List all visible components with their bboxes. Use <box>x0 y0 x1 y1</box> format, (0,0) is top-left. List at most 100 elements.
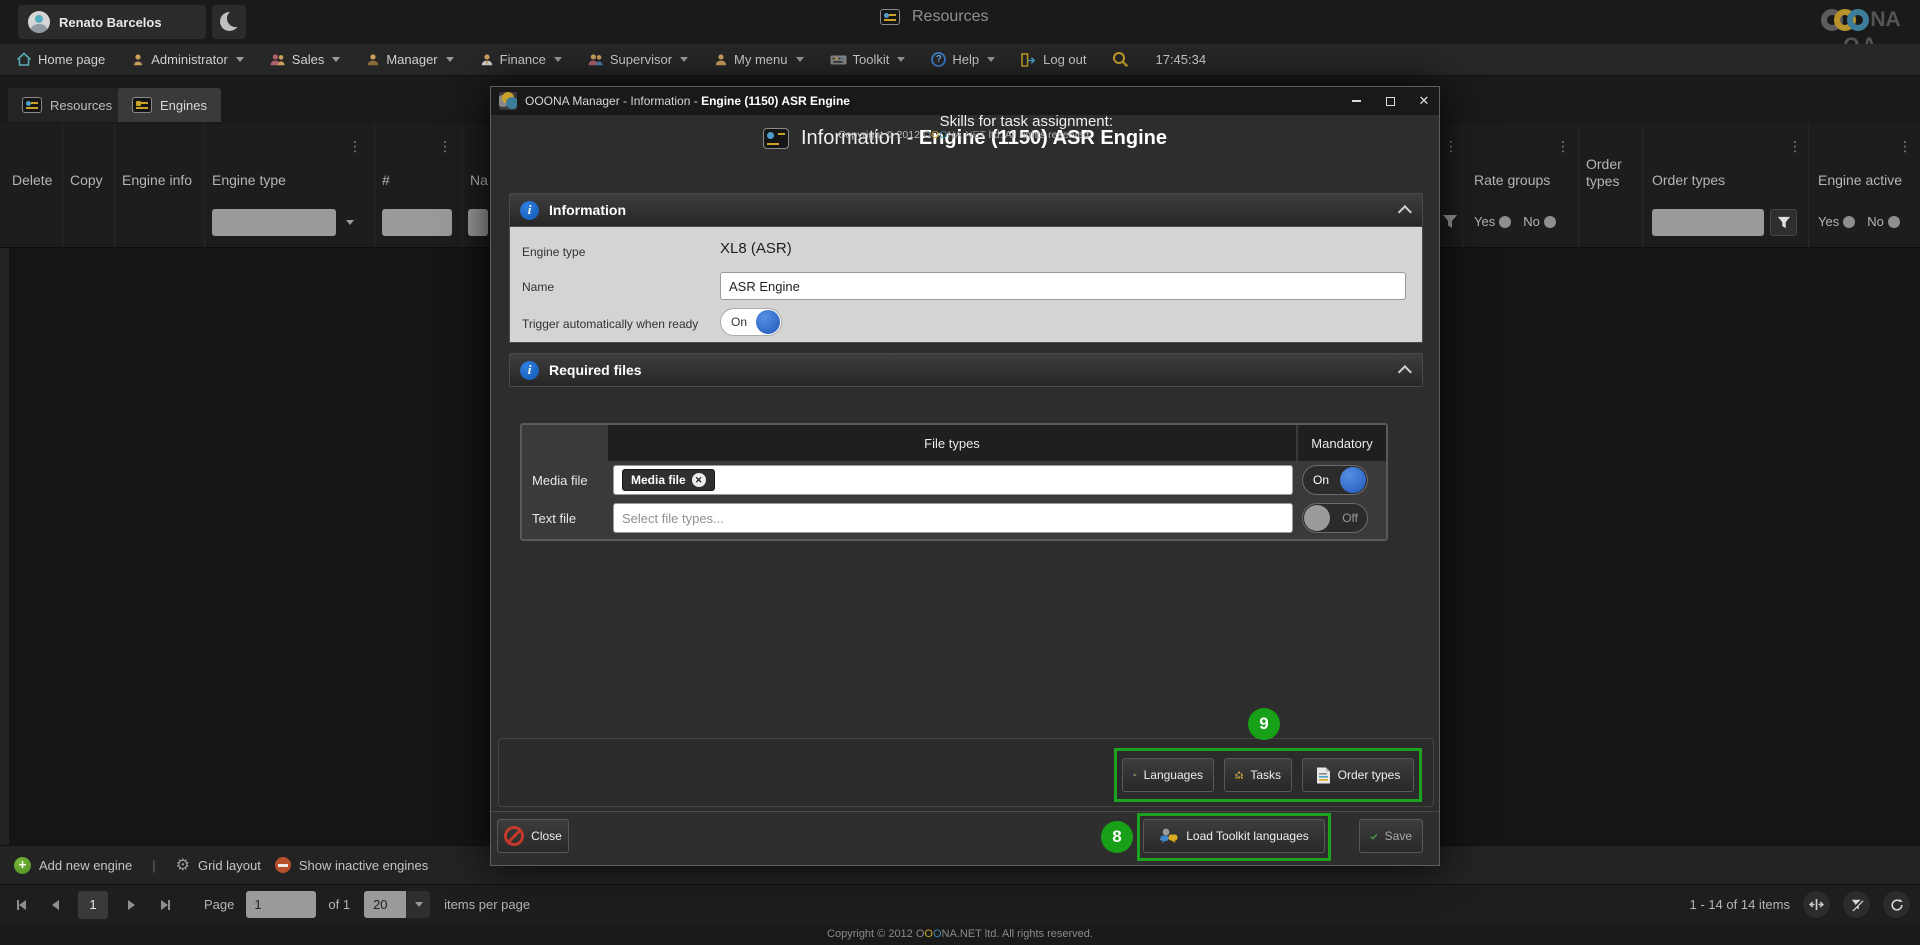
show-inactive-label: Show inactive engines <box>299 858 428 873</box>
toggle-state-label: On <box>731 315 747 329</box>
gear-icon: ⚙ <box>176 855 190 875</box>
tab-resources[interactable]: Resources <box>8 88 126 122</box>
nav-home-page[interactable]: Home page <box>16 52 105 67</box>
nav-help[interactable]: ? Help <box>931 52 995 67</box>
radio-yes-label: Yes <box>1818 214 1839 229</box>
languages-icon <box>1133 767 1137 783</box>
application-window: Renato Barcelos Resources NA QA Home pag… <box>0 0 1920 945</box>
order-types-funnel-button[interactable] <box>1770 209 1797 236</box>
column-menu-icon[interactable]: ⋮ <box>1444 138 1458 155</box>
column-delete[interactable]: Delete <box>12 172 52 188</box>
dialog-title-bar[interactable]: OOONA Manager - Information - Engine (11… <box>491 87 1439 115</box>
nav-my-menu[interactable]: My menu <box>714 52 803 67</box>
load-toolkit-languages-button[interactable]: Load Toolkit languages <box>1143 819 1325 853</box>
save-button[interactable]: Save <box>1359 819 1423 853</box>
user-menu[interactable]: Renato Barcelos <box>18 5 206 39</box>
column-engine-info[interactable]: Engine info <box>122 172 192 188</box>
media-file-mandatory-toggle[interactable]: On <box>1302 465 1368 495</box>
clear-filters-button[interactable] <box>1843 891 1870 918</box>
next-page-button[interactable] <box>118 892 144 918</box>
filter-funnel-icon[interactable] <box>1442 214 1458 229</box>
engine-type-label: Engine type <box>522 245 585 259</box>
close-window-button[interactable]: ✕ <box>1417 94 1431 108</box>
button-label: Load Toolkit languages <box>1186 829 1309 843</box>
skills-panel <box>498 738 1434 807</box>
engine-information-dialog: OOONA Manager - Information - Engine (11… <box>490 86 1440 866</box>
nav-label: Help <box>952 52 979 67</box>
maximize-icon <box>1386 97 1395 106</box>
nav-toolkit[interactable]: Toolkit <box>830 52 906 67</box>
close-button[interactable]: Close <box>497 819 569 853</box>
languages-button[interactable]: Languages <box>1122 758 1214 792</box>
column-engine-type[interactable]: Engine type <box>212 172 286 188</box>
order-types-button[interactable]: Order types <box>1302 758 1414 792</box>
grid-layout-button[interactable]: ⚙ Grid layout <box>176 855 261 875</box>
column-menu-icon[interactable]: ⋮ <box>1788 138 1802 155</box>
button-label: Languages <box>1144 768 1203 782</box>
engine-type-filter-select[interactable] <box>212 209 336 236</box>
maximize-button[interactable] <box>1383 94 1397 108</box>
chevron-down-icon <box>796 57 804 62</box>
page-number-current[interactable]: 1 <box>78 891 108 919</box>
column-menu-icon[interactable]: ⋮ <box>348 138 362 155</box>
add-new-engine-button[interactable]: + Add new engine <box>14 857 132 874</box>
nav-label: Home page <box>38 52 105 67</box>
radio-yes[interactable] <box>1843 216 1855 228</box>
order-types-filter-input[interactable] <box>1652 209 1764 236</box>
last-page-button[interactable] <box>152 892 178 918</box>
show-inactive-engines-button[interactable]: Show inactive engines <box>275 857 428 873</box>
theme-toggle-button[interactable] <box>212 5 246 39</box>
minimize-button[interactable] <box>1349 94 1363 108</box>
nav-log-out[interactable]: Log out <box>1021 52 1086 67</box>
nav-finance[interactable]: Finance <box>480 52 562 67</box>
tasks-button[interactable]: Tasks <box>1224 758 1292 792</box>
nav-manager[interactable]: Manager <box>366 52 453 67</box>
required-files-section-header[interactable]: i Required files <box>509 353 1423 387</box>
column-number[interactable]: # <box>382 172 390 188</box>
tab-engines[interactable]: Engines <box>118 88 221 122</box>
chevron-down-icon <box>680 57 688 62</box>
trigger-toggle[interactable]: On <box>720 308 782 336</box>
nav-supervisor[interactable]: Supervisor <box>588 52 688 67</box>
help-icon: ? <box>931 52 946 67</box>
chevron-down-icon <box>236 57 244 62</box>
first-page-button[interactable] <box>8 892 34 918</box>
button-label: Save <box>1385 829 1412 843</box>
column-order-types[interactable]: Order types <box>1652 172 1725 188</box>
text-file-mandatory-toggle[interactable]: Off <box>1302 503 1368 533</box>
name-input[interactable] <box>720 272 1406 300</box>
chip-remove-icon[interactable]: ✕ <box>692 473 706 487</box>
page-input[interactable] <box>246 891 316 918</box>
fit-columns-button[interactable] <box>1803 891 1830 918</box>
nav-administrator[interactable]: Administrator <box>131 52 244 67</box>
radio-yes[interactable] <box>1499 216 1511 228</box>
people-icon <box>588 53 604 67</box>
engine-type-filter-arrow[interactable] <box>338 209 360 236</box>
name-filter-input-partial[interactable] <box>468 209 488 236</box>
column-menu-icon[interactable]: ⋮ <box>438 138 452 155</box>
refresh-button[interactable] <box>1883 891 1910 918</box>
column-menu-icon[interactable]: ⋮ <box>1556 138 1570 155</box>
radio-no[interactable] <box>1888 216 1900 228</box>
required-files-table: File types Mandatory Media file Media fi… <box>520 423 1388 541</box>
clock: 17:45:34 <box>1155 52 1206 67</box>
nav-label: My menu <box>734 52 787 67</box>
radio-no[interactable] <box>1544 216 1556 228</box>
logo-na-text: NA <box>1870 8 1900 32</box>
column-order-types-narrow[interactable]: Order types <box>1586 156 1656 190</box>
previous-page-button[interactable] <box>42 892 68 918</box>
nav-label: Finance <box>500 52 546 67</box>
column-rate-groups[interactable]: Rate groups <box>1474 172 1550 188</box>
number-filter-input[interactable] <box>382 209 452 236</box>
column-name-truncated[interactable]: Na <box>470 172 488 188</box>
items-per-page-select[interactable]: 20 <box>364 891 430 918</box>
column-menu-icon[interactable]: ⋮ <box>1898 138 1912 155</box>
nav-search[interactable] <box>1112 51 1129 68</box>
column-copy[interactable]: Copy <box>70 172 103 188</box>
nav-sales[interactable]: Sales <box>270 52 341 67</box>
column-engine-active[interactable]: Engine active <box>1818 172 1902 188</box>
collapse-chevron-icon <box>1398 365 1412 379</box>
text-file-types-input[interactable] <box>613 503 1293 533</box>
information-section-header[interactable]: i Information <box>509 193 1423 227</box>
media-file-types-input[interactable]: Media file ✕ <box>613 465 1293 495</box>
